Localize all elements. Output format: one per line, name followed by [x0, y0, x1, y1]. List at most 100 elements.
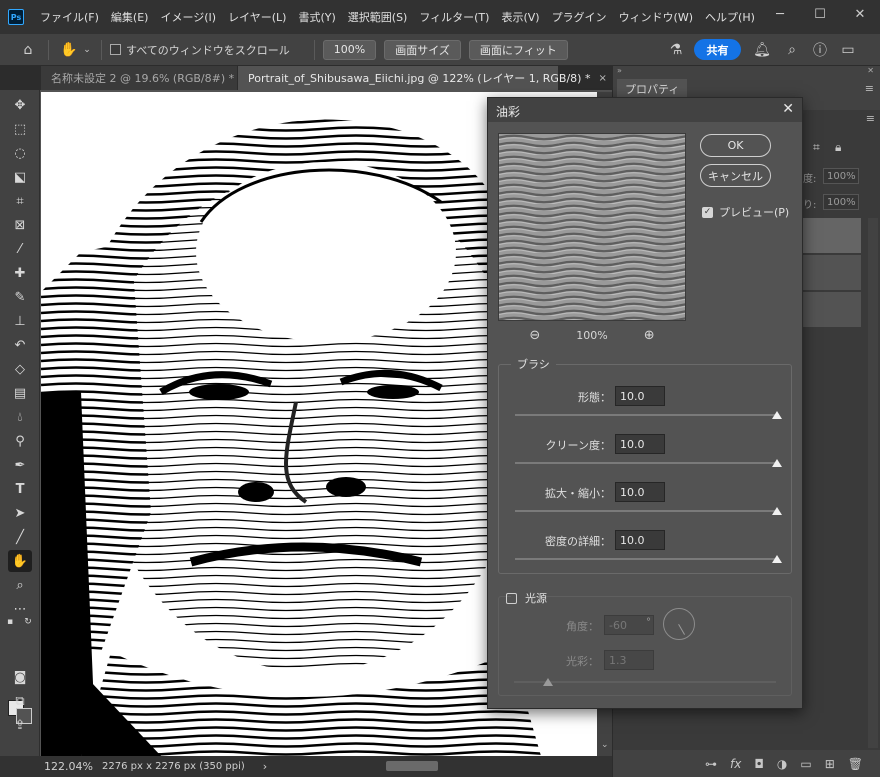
slider-thumb[interactable]: [772, 411, 782, 419]
scroll-down-icon[interactable]: ⌄: [601, 740, 609, 750]
swap-colors-icon[interactable]: ↻: [22, 616, 34, 628]
layers-scrollbar[interactable]: [868, 218, 878, 748]
link-layers-icon[interactable]: ⊶: [705, 757, 717, 771]
line-tool-icon[interactable]: ╱: [8, 526, 32, 548]
help-icon[interactable]: ⓘ: [808, 38, 832, 62]
zoom-tool-icon[interactable]: ⌕: [8, 574, 32, 596]
flask-icon[interactable]: ⚗: [664, 38, 688, 62]
new-layer-icon[interactable]: ⊞: [825, 757, 835, 771]
menu-layer[interactable]: レイヤー(L): [222, 9, 292, 25]
zoom-out-icon[interactable]: ⊖: [529, 328, 540, 343]
close-icon[interactable]: ✕: [782, 101, 794, 117]
slider-thumb[interactable]: [543, 678, 554, 686]
quick-mask-icon[interactable]: ◙: [8, 666, 32, 688]
crop-tool-icon[interactable]: ⌗: [8, 190, 32, 212]
menu-file[interactable]: ファイル(F): [34, 9, 105, 25]
dialog-title-bar[interactable]: 油彩 ✕: [488, 98, 802, 122]
path-select-tool-icon[interactable]: ➤: [8, 502, 32, 524]
frame-tool-icon[interactable]: ⊠: [8, 214, 32, 236]
marquee-tool-icon[interactable]: ⬚: [8, 118, 32, 140]
panel-menu-icon[interactable]: ≡: [866, 112, 875, 125]
adjustment-layer-icon[interactable]: ◑: [777, 757, 787, 771]
type-tool-icon[interactable]: T: [8, 478, 32, 500]
move-tool-icon[interactable]: ✥: [8, 94, 32, 116]
share-button[interactable]: 共有: [694, 39, 741, 60]
slider-thumb[interactable]: [772, 459, 782, 467]
minimize-button[interactable]: ─: [760, 0, 800, 28]
bell-icon[interactable]: 🔔︎: [750, 38, 774, 62]
panel-menu-icon[interactable]: ≡: [865, 82, 874, 95]
preview-checkbox[interactable]: ✓: [702, 206, 713, 218]
menu-select[interactable]: 選択範囲(S): [342, 9, 414, 25]
preview-checkbox-row[interactable]: ✓ プレビュー(P): [702, 204, 789, 220]
stylization-slider[interactable]: [515, 411, 782, 421]
history-brush-tool-icon[interactable]: ↶: [8, 334, 32, 356]
lighting-checkbox-row[interactable]: 光源: [506, 590, 547, 606]
fill-screen-button[interactable]: 画面にフィット: [468, 39, 568, 60]
scale-input[interactable]: [615, 482, 665, 502]
layer-row[interactable]: [803, 218, 861, 254]
healing-brush-tool-icon[interactable]: ✚: [8, 262, 32, 284]
close-panel-icon[interactable]: ✕: [867, 66, 874, 75]
menu-type[interactable]: 書式(Y): [292, 9, 341, 25]
collapse-icon[interactable]: »: [617, 66, 622, 75]
cancel-button[interactable]: キャンセル: [700, 164, 771, 187]
home-icon[interactable]: ⌂: [16, 38, 40, 62]
lock-icon[interactable]: 🔒︎: [835, 140, 841, 155]
menu-edit[interactable]: 編集(E): [105, 9, 155, 25]
stylization-input[interactable]: [615, 386, 665, 406]
dodge-tool-icon[interactable]: ⚲: [8, 430, 32, 452]
layer-row[interactable]: [803, 255, 861, 291]
new-group-icon[interactable]: ▭: [800, 757, 811, 771]
gradient-tool-icon[interactable]: ▤: [8, 382, 32, 404]
stamp-tool-icon[interactable]: ⊥: [8, 310, 32, 332]
opacity-input[interactable]: 100%: [823, 168, 859, 184]
default-colors-icon[interactable]: ▪: [4, 616, 16, 628]
status-menu-arrow[interactable]: ›: [263, 760, 267, 773]
scroll-all-windows-checkbox[interactable]: [110, 44, 121, 55]
screen-mode-icon[interactable]: ⧉: [8, 690, 32, 712]
maximize-button[interactable]: ☐: [800, 0, 840, 28]
fill-input[interactable]: 100%: [823, 194, 859, 210]
fit-screen-button[interactable]: 画面サイズ: [384, 39, 461, 60]
scale-slider[interactable]: [515, 507, 782, 517]
menu-view[interactable]: 表示(V): [495, 9, 545, 25]
shine-slider[interactable]: [514, 678, 776, 688]
workspace-icon[interactable]: ▭: [836, 38, 860, 62]
menu-help[interactable]: ヘルプ(H): [699, 9, 761, 25]
pen-tool-icon[interactable]: ✒: [8, 454, 32, 476]
filter-preview[interactable]: [498, 133, 686, 321]
layer-row[interactable]: [803, 292, 861, 328]
ok-button[interactable]: OK: [700, 134, 771, 157]
chevron-down-icon[interactable]: ⌄: [81, 38, 93, 62]
menu-filter[interactable]: フィルター(T): [413, 9, 495, 25]
lighting-checkbox[interactable]: [506, 592, 517, 604]
zoom-readout[interactable]: 122.04%: [44, 760, 100, 773]
zoom-100-button[interactable]: 100%: [322, 39, 377, 60]
eyedropper-tool-icon[interactable]: ⁄: [8, 238, 32, 260]
close-window-button[interactable]: ✕: [840, 0, 880, 28]
bristle-detail-slider[interactable]: [515, 555, 782, 565]
blur-tool-icon[interactable]: 💧︎: [8, 406, 32, 428]
search-icon[interactable]: ⌕: [780, 38, 804, 62]
menu-plugins[interactable]: プラグイン: [546, 9, 613, 25]
add-mask-icon[interactable]: ◘: [754, 757, 764, 771]
brush-tool-icon[interactable]: ✎: [8, 286, 32, 308]
close-icon[interactable]: ×: [598, 73, 606, 84]
slider-thumb[interactable]: [772, 507, 782, 515]
horizontal-scroll-thumb[interactable]: [386, 761, 438, 771]
angle-dial[interactable]: [663, 608, 695, 640]
menu-image[interactable]: イメージ(I): [154, 9, 222, 25]
tab-untitled-2[interactable]: 名称未設定 2 @ 19.6% (RGB/8#) * ×: [41, 66, 251, 90]
menu-window[interactable]: ウィンドウ(W): [613, 9, 699, 25]
share-export-icon[interactable]: ⇪: [8, 714, 32, 736]
shine-input[interactable]: [604, 650, 654, 670]
cleanliness-slider[interactable]: [515, 459, 782, 469]
cleanliness-input[interactable]: [615, 434, 665, 454]
tab-portrait[interactable]: Portrait_of_Shibusawa_Eiichi.jpg @ 122% …: [238, 66, 607, 90]
object-select-tool-icon[interactable]: ⬕: [8, 166, 32, 188]
fx-icon[interactable]: fx: [730, 757, 741, 771]
tab-properties[interactable]: プロパティ: [617, 79, 688, 99]
artboard-icon[interactable]: ⌗: [813, 140, 820, 155]
zoom-in-icon[interactable]: ⊕: [644, 328, 655, 343]
